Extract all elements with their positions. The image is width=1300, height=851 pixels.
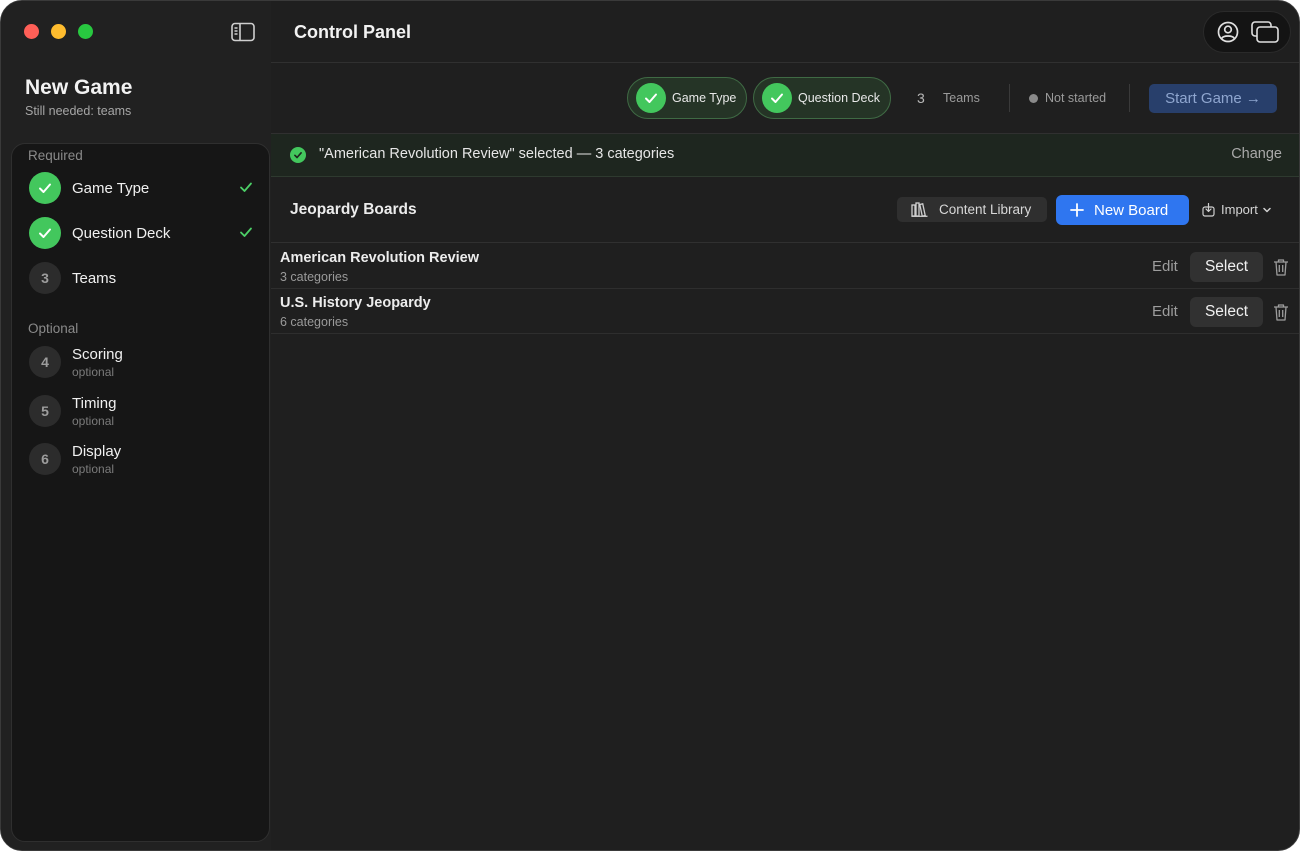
status-dot-icon xyxy=(1029,94,1038,103)
library-icon xyxy=(911,202,928,217)
sidebar-item-game-type[interactable]: Game Type xyxy=(29,170,254,206)
sidebar-toggle-icon[interactable] xyxy=(231,22,255,42)
edit-board-button[interactable]: Edit xyxy=(1152,303,1178,320)
step-pill-label: Game Type xyxy=(672,91,737,105)
game-status: Not started xyxy=(1045,91,1107,105)
import-label: Import xyxy=(1221,202,1258,217)
sidebar-item-question-deck[interactable]: Question Deck xyxy=(29,215,254,251)
trash-icon[interactable] xyxy=(1273,303,1289,321)
check-circle-icon xyxy=(29,217,61,249)
content-library-button[interactable]: Content Library xyxy=(897,197,1047,222)
chevron-down-icon xyxy=(1263,207,1271,212)
page-title: Control Panel xyxy=(294,22,412,42)
trash-icon[interactable] xyxy=(1273,258,1289,276)
step-pill-question-deck[interactable]: Question Deck xyxy=(753,77,891,119)
change-link[interactable]: Change xyxy=(1231,146,1282,162)
board-row: American Revolution Review 3 categories … xyxy=(271,244,1299,289)
windows-icon[interactable] xyxy=(1250,21,1279,43)
sidebar-item-label: Teams xyxy=(72,269,117,287)
step-number-badge: 5 xyxy=(29,395,61,427)
title-bar: Control Panel xyxy=(271,1,1299,63)
board-row: U.S. History Jeopardy 6 categories Edit … xyxy=(271,289,1299,334)
required-section-label: Required xyxy=(28,148,83,163)
selection-text: "American Revolution Review" selected — … xyxy=(319,146,675,162)
minimize-window-button[interactable] xyxy=(51,24,66,39)
board-category-count: 6 categories xyxy=(280,315,349,329)
boards-header: Jeopardy Boards Content Library New Boar… xyxy=(271,177,1299,243)
check-circle-icon xyxy=(29,172,61,204)
sidebar-item-display[interactable]: 6 Display optional xyxy=(29,441,254,477)
import-menu-button[interactable]: Import xyxy=(1202,202,1272,217)
step-pill-game-type[interactable]: Game Type xyxy=(627,77,748,119)
sidebar-item-timing[interactable]: 5 Timing optional xyxy=(29,393,254,429)
sidebar-item-label: Question Deck xyxy=(72,224,171,242)
account-icon[interactable] xyxy=(1216,20,1240,44)
start-game-button[interactable]: Start Game → xyxy=(1149,84,1277,113)
edit-board-button[interactable]: Edit xyxy=(1152,258,1178,275)
checkmark-icon xyxy=(240,227,252,237)
new-board-button[interactable]: New Board xyxy=(1056,195,1189,225)
sidebar-item-sublabel: optional xyxy=(72,413,115,428)
sidebar-item-teams[interactable]: 3 Teams xyxy=(29,260,254,296)
divider xyxy=(1129,84,1130,112)
close-window-button[interactable] xyxy=(24,24,39,39)
step-pill-label: Question Deck xyxy=(798,91,880,105)
board-name: American Revolution Review xyxy=(280,250,480,266)
plus-icon xyxy=(1070,203,1084,217)
step-number-badge: 4 xyxy=(29,346,61,378)
divider xyxy=(1009,84,1010,112)
select-board-button[interactable]: Select xyxy=(1190,297,1263,327)
check-circle-icon xyxy=(636,83,666,113)
sidebar-item-sublabel: optional xyxy=(72,461,115,476)
sidebar-item-scoring[interactable]: 4 Scoring optional xyxy=(29,344,254,380)
setup-toolbar: Game Type Question Deck 3 Teams Not star… xyxy=(271,63,1299,134)
window-controls xyxy=(24,24,93,39)
checkmark-icon xyxy=(240,182,252,192)
titlebar-icon-group xyxy=(1203,11,1291,53)
board-category-count: 3 categories xyxy=(280,270,349,284)
zoom-window-button[interactable] xyxy=(78,24,93,39)
check-circle-icon xyxy=(762,83,792,113)
sidebar-item-label: Display xyxy=(72,442,122,460)
game-title: New Game xyxy=(25,76,133,99)
select-board-button[interactable]: Select xyxy=(1190,252,1263,282)
board-name: U.S. History Jeopardy xyxy=(280,295,431,311)
teams-count: 3 xyxy=(917,90,925,106)
sidebar-item-label: Scoring xyxy=(72,345,123,363)
optional-section-label: Optional xyxy=(28,321,79,336)
game-header: New Game Still needed: teams xyxy=(25,75,132,118)
content-library-label: Content Library xyxy=(939,202,1032,217)
app-window: New Game Still needed: teams Required Ga… xyxy=(0,0,1300,851)
teams-label: Teams xyxy=(943,91,980,105)
step-number-badge: 3 xyxy=(29,262,61,294)
selection-banner: "American Revolution Review" selected — … xyxy=(271,134,1299,177)
check-circle-icon xyxy=(290,147,306,163)
setup-sidebar: Required Game Type Question Deck 3 Teams xyxy=(11,143,270,842)
step-number-badge: 6 xyxy=(29,443,61,475)
import-icon xyxy=(1202,202,1215,217)
sidebar-item-label: Game Type xyxy=(72,179,150,197)
boards-title: Jeopardy Boards xyxy=(290,201,417,218)
sidebar-item-label: Timing xyxy=(72,394,117,412)
left-column: New Game Still needed: teams Required Ga… xyxy=(1,1,271,850)
new-board-label: New Board xyxy=(1094,201,1169,219)
game-subtitle: Still needed: teams xyxy=(25,104,132,118)
sidebar-item-sublabel: optional xyxy=(72,364,115,379)
